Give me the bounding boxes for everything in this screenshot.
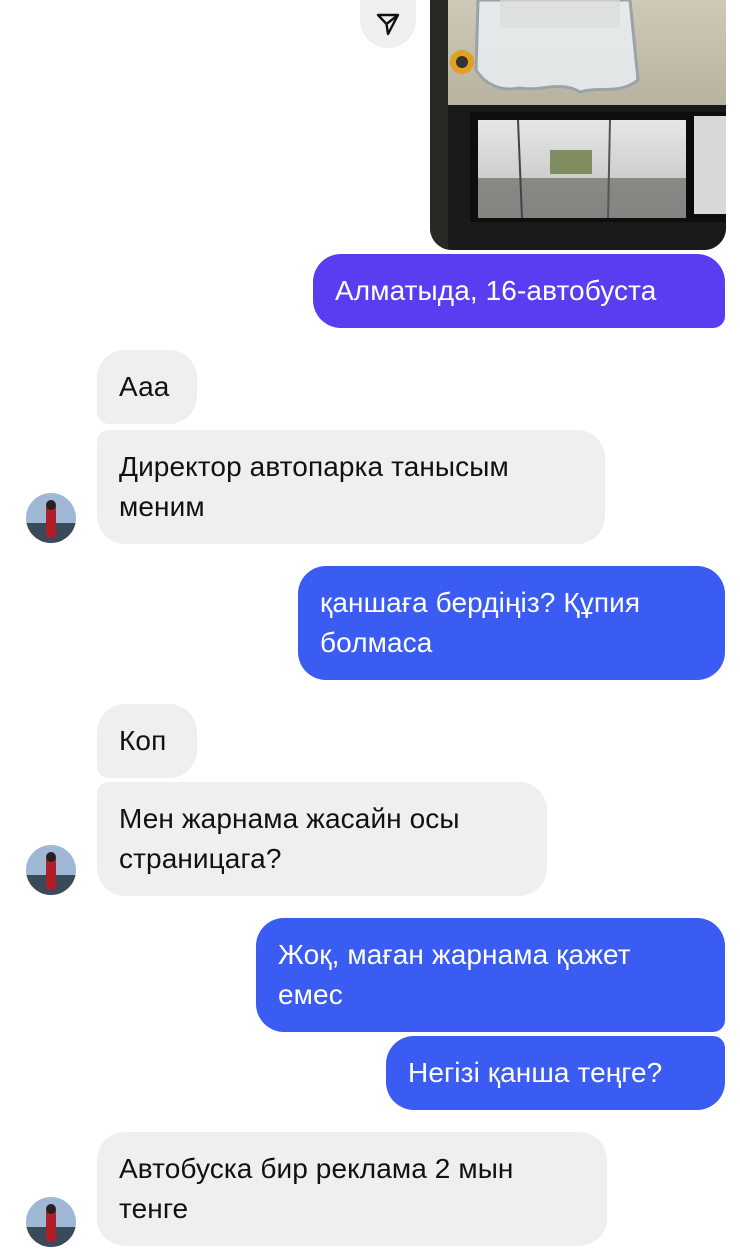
message-outgoing[interactable]: Алматыда, 16-автобуста	[313, 254, 725, 328]
message-incoming[interactable]: Коп	[97, 704, 197, 778]
share-button[interactable]	[360, 0, 416, 48]
message-incoming[interactable]: Директор автопарка танысым меним	[97, 430, 605, 544]
message-outgoing[interactable]: Жоқ, маған жарнама қажет емес	[256, 918, 725, 1032]
chat-thread: Алматыда, 16-автобуста Ааа Директор авто…	[0, 0, 740, 1258]
send-paper-plane-icon	[376, 13, 400, 36]
avatar-photo	[26, 1197, 76, 1247]
avatar-photo	[26, 493, 76, 543]
message-incoming[interactable]: Ааа	[97, 350, 197, 424]
contact-avatar[interactable]	[26, 845, 76, 895]
message-incoming[interactable]: Мен жарнама жасайн осы страницага?	[97, 782, 547, 896]
message-outgoing[interactable]: қаншаға бердіңіз? Құпия болмаса	[298, 566, 725, 680]
avatar-photo	[26, 845, 76, 895]
contact-avatar[interactable]	[26, 493, 76, 543]
message-outgoing[interactable]: Негізі қанша теңге?	[386, 1036, 725, 1110]
message-incoming[interactable]: Автобуска бир реклама 2 мын тенге	[97, 1132, 607, 1246]
contact-avatar[interactable]	[26, 1197, 76, 1247]
bus-interior-photo	[430, 0, 726, 250]
photo-message[interactable]	[430, 0, 726, 250]
